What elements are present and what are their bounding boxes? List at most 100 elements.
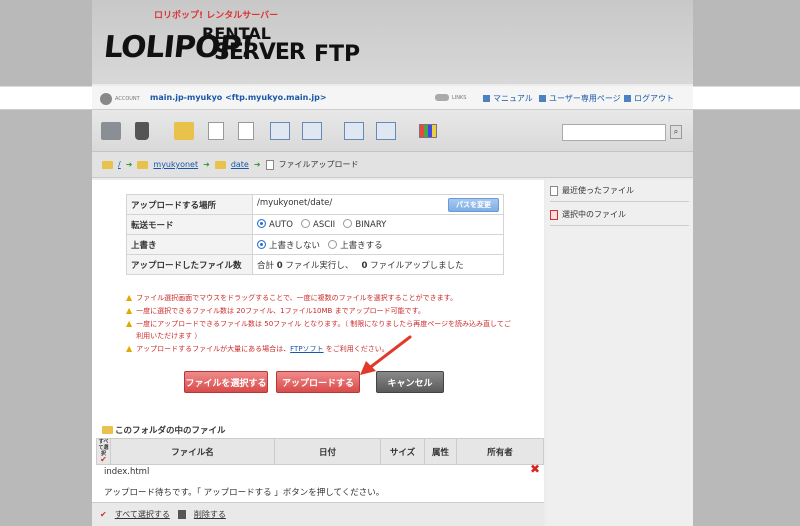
- warning-icon: ▲: [126, 306, 133, 315]
- note-item: ▲ アップロードするファイルが大量にある場合は、FTPソフト をご利用ください。: [126, 344, 389, 353]
- breadcrumb: / ➜ myukyonet ➜ date ➜ ファイルアップロード: [92, 152, 693, 178]
- links-label: LINKS: [435, 94, 466, 101]
- logo-ftp: FTP: [314, 42, 361, 67]
- no-overwrite-radio[interactable]: [257, 239, 266, 249]
- account-bar: ACCOUNT main.jp-myukyo <ftp.myukyo.main.…: [92, 86, 693, 110]
- recent-files-item[interactable]: 最近使ったファイル: [550, 180, 689, 202]
- executed-count: 0: [276, 260, 283, 271]
- warning-icon: ▲: [126, 319, 133, 328]
- breadcrumb-myukyonet[interactable]: myukyonet: [153, 160, 198, 169]
- arrow-icon: [624, 95, 631, 102]
- uploaded-count: 0: [361, 260, 368, 271]
- upload-up-icon[interactable]: [101, 122, 121, 140]
- upload-notes: ▲ ファイル選択画面でマウスをドラッグすることで、一度に複数のファイルを選択するこ…: [126, 292, 516, 356]
- folder-icon: [214, 160, 226, 169]
- mode-auto-radio[interactable]: [257, 219, 266, 228]
- new-folder-icon[interactable]: [174, 122, 194, 140]
- arrow-right-icon: ➜: [203, 160, 210, 169]
- folder-icon: [102, 160, 113, 169]
- column-owner[interactable]: 所有者: [456, 438, 544, 465]
- column-date[interactable]: 日付: [274, 438, 381, 465]
- file-icon: [550, 185, 558, 196]
- note-item: ▲ 一度にアップロードできるファイル数は 50ファイル となります。（ 制限になり…: [126, 319, 511, 340]
- check-icon: ✔: [100, 455, 107, 464]
- file-table: すべて選択 ✔ ファイル名 日付 サイズ 属性 所有者: [96, 438, 544, 465]
- mode-label: 転送モード: [126, 214, 253, 235]
- theme-icon[interactable]: [419, 124, 437, 138]
- arrow-right-icon: ➜: [253, 160, 261, 169]
- links-icon: [435, 94, 449, 101]
- selected-files-item[interactable]: 選択中のファイル: [550, 204, 689, 226]
- new-file-icon[interactable]: [208, 122, 224, 140]
- location-label: アップロードする場所: [126, 194, 253, 215]
- move-icon[interactable]: [270, 122, 290, 140]
- list-view-icon[interactable]: [344, 122, 364, 140]
- wait-message: アップロード待ちです。「 アップロードする 」ボタンを押してください。: [104, 488, 385, 498]
- mode-options: AUTO ASCII BINARY: [252, 214, 504, 235]
- toolbar: ⌕: [92, 110, 693, 152]
- header: ロリポップ! レンタルサーバー LOLIPOP! RENTAL SERVER F…: [92, 0, 693, 84]
- logo-tagline: ロリポップ! レンタルサーバー: [154, 11, 279, 21]
- location-value: /myukyonet/date/: [257, 197, 333, 208]
- rename-icon[interactable]: [302, 122, 322, 140]
- side-panel: 最近使ったファイル 選択中のファイル: [546, 180, 693, 526]
- detail-view-icon[interactable]: [376, 122, 396, 140]
- breadcrumb-root[interactable]: /: [118, 160, 121, 169]
- mode-binary-label: BINARY: [355, 220, 387, 230]
- arrow-icon: [539, 95, 546, 102]
- location-cell: /myukyonet/date/ パスを変更: [252, 194, 504, 215]
- search-input[interactable]: [562, 124, 666, 141]
- folder-icon: [102, 426, 113, 434]
- delete-link[interactable]: 削除する: [194, 509, 226, 520]
- note-item: ▲ 一度に選択できるファイル数は 20ファイル、1ファイル10MB までアップロー…: [126, 306, 425, 315]
- remove-file-icon[interactable]: ✖: [530, 462, 540, 476]
- page-icon: [265, 159, 274, 170]
- overwrite-radio[interactable]: [328, 239, 338, 249]
- user-page-link[interactable]: ユーザー専用ページ: [539, 93, 621, 104]
- selected-file-icon: [550, 209, 558, 220]
- mode-auto-label: AUTO: [269, 220, 293, 230]
- uploaded-count-label: アップロードしたファイル数: [126, 254, 253, 275]
- column-filename[interactable]: ファイル名: [110, 438, 275, 465]
- check-icon: ✔: [100, 510, 107, 519]
- ftp-software-link[interactable]: FTPソフト: [290, 345, 323, 353]
- account-label: ACCOUNT: [100, 93, 140, 105]
- logout-link[interactable]: ログアウト: [624, 93, 674, 104]
- select-all-header[interactable]: すべて選択 ✔: [96, 438, 111, 465]
- arrow-right-icon: ➜: [125, 160, 133, 169]
- column-attributes[interactable]: 属性: [424, 438, 457, 465]
- logo-server: SERVER: [214, 40, 306, 65]
- account-avatar-icon: [100, 93, 112, 105]
- arrow-icon: [483, 95, 490, 102]
- trash-icon[interactable]: [135, 122, 149, 140]
- warning-icon: ▲: [126, 344, 133, 353]
- mode-ascii-label: ASCII: [313, 220, 336, 230]
- copy-icon[interactable]: [238, 122, 254, 140]
- mode-ascii-radio[interactable]: [301, 219, 311, 228]
- cancel-button[interactable]: キャンセル: [376, 371, 444, 393]
- folder-icon: [137, 160, 149, 169]
- upload-form: アップロードする場所 /myukyonet/date/ パスを変更 転送モード …: [126, 194, 504, 275]
- overwrite-option-label: 上書きする: [340, 240, 383, 251]
- upload-panel: アップロードする場所 /myukyonet/date/ パスを変更 転送モード …: [92, 180, 544, 526]
- overwrite-options: 上書きしない 上書きする: [252, 234, 504, 255]
- note-item: ▲ ファイル選択画面でマウスをドラッグすることで、一度に複数のファイルを選択するこ…: [126, 293, 457, 302]
- lolipop-logo[interactable]: ロリポップ! レンタルサーバー LOLIPOP! RENTAL SERVER F…: [102, 6, 364, 76]
- breadcrumb-date[interactable]: date: [231, 160, 249, 169]
- upload-button[interactable]: アップロードする: [276, 371, 360, 393]
- change-path-button[interactable]: パスを変更: [448, 197, 499, 212]
- no-overwrite-label: 上書きしない: [269, 240, 321, 251]
- mode-binary-radio[interactable]: [343, 219, 353, 228]
- account-name: main.jp-myukyo <ftp.myukyo.main.jp>: [150, 93, 327, 102]
- select-files-button[interactable]: ファイルを選択する: [184, 371, 268, 393]
- uploaded-count-value: 合計 0 ファイル実行し、 0 ファイルアップしました: [252, 254, 504, 275]
- warning-icon: ▲: [126, 293, 133, 302]
- overwrite-label: 上書き: [126, 234, 253, 255]
- file-actions-bar: ✔ すべて選択する 削除する: [92, 502, 544, 526]
- manual-link[interactable]: マニュアル: [483, 93, 533, 104]
- folder-files-title: このフォルダの中のファイル: [102, 424, 226, 436]
- column-size[interactable]: サイズ: [380, 438, 425, 465]
- breadcrumb-current: ファイルアップロード: [278, 160, 359, 169]
- select-all-link[interactable]: すべて選択する: [115, 509, 170, 520]
- search-icon[interactable]: ⌕: [670, 125, 682, 139]
